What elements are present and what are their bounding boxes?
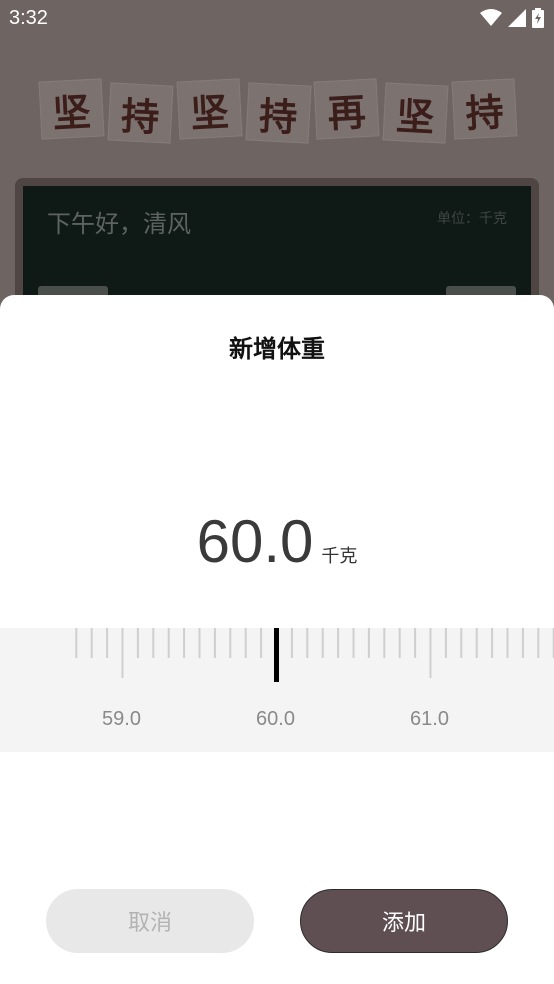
ruler-tick-label: 61.0 bbox=[410, 708, 449, 730]
add-button[interactable]: 添加 bbox=[300, 889, 508, 953]
battery-charging-icon bbox=[532, 8, 544, 28]
cancel-button[interactable]: 取消 bbox=[46, 889, 254, 953]
status-bar: 3:32 bbox=[0, 0, 554, 36]
weight-display: 60.0 千克 bbox=[0, 507, 554, 576]
weight-value: 60.0 bbox=[196, 508, 314, 575]
ruler-tick-label: 59.0 bbox=[102, 708, 141, 730]
weight-unit: 千克 bbox=[321, 546, 358, 567]
sheet-title: 新增体重 bbox=[229, 335, 325, 363]
ruler-indicator bbox=[274, 628, 279, 682]
wifi-icon bbox=[480, 9, 502, 26]
signal-icon bbox=[508, 9, 526, 27]
ruler-tick-label: 60.0 bbox=[256, 708, 295, 730]
status-icons bbox=[480, 8, 544, 28]
weight-ruler-slider[interactable]: 59.0 60.0 61.0 bbox=[0, 628, 554, 752]
status-time: 3:32 bbox=[9, 7, 48, 29]
add-weight-sheet: 新增体重 60.0 千克 59.0 60.0 61.0 取消 添加 bbox=[0, 295, 554, 984]
